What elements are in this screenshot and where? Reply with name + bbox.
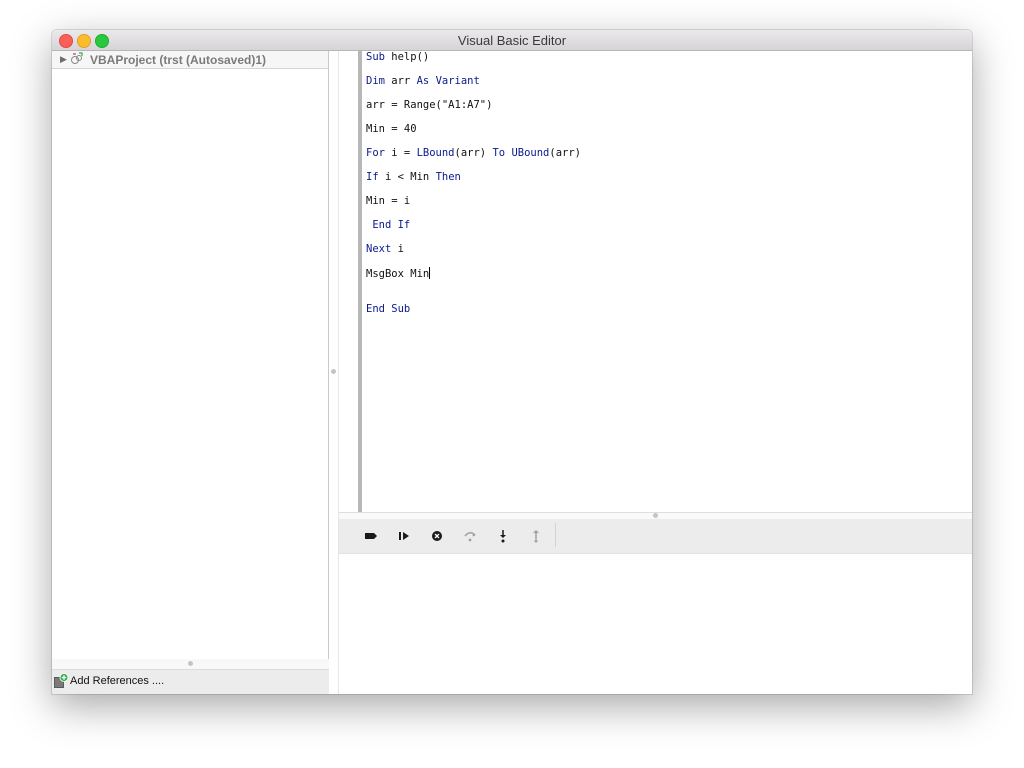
project-tree: ▶ VBAProject (trst (Autosaved)1) (52, 51, 329, 660)
text-cursor (429, 267, 431, 279)
tree-item-vbaproject[interactable]: ▶ VBAProject (trst (Autosaved)1) (52, 51, 328, 69)
code-line[interactable]: For i = LBound(arr) To UBound(arr) (366, 147, 581, 159)
code-line[interactable]: MsgBox Min (366, 267, 431, 280)
project-explorer-pane: ▶ VBAProject (trst (Autosaved)1) Add Ref (52, 51, 329, 694)
code-line[interactable]: Min = i (366, 195, 410, 207)
immediate-window[interactable] (339, 554, 972, 694)
continue-icon (399, 532, 409, 540)
step-over-button[interactable] (461, 528, 479, 544)
code-line[interactable]: If i < Min Then (366, 171, 461, 183)
title-bar: Visual Basic Editor (52, 30, 972, 51)
toolbar-separator (555, 523, 556, 547)
window-title: Visual Basic Editor (457, 33, 567, 48)
code-line[interactable]: arr = Range("A1:A7") (366, 99, 492, 111)
toggle-breakpoint-button[interactable] (362, 528, 380, 544)
step-out-icon (533, 530, 539, 543)
stop-button[interactable] (428, 528, 446, 544)
code-line[interactable]: Dim arr As Variant (366, 75, 480, 87)
add-references-label[interactable]: Add References .... (70, 675, 164, 687)
code-line[interactable]: End Sub (366, 303, 410, 315)
step-into-button[interactable] (494, 528, 512, 544)
code-editor[interactable]: Sub help() Dim arr As Variant arr = Rang… (339, 51, 972, 512)
add-references-bar[interactable]: Add References .... (52, 670, 329, 694)
code-line[interactable]: Sub help() (366, 51, 429, 63)
stop-icon (432, 531, 442, 541)
tree-item-label: VBAProject (trst (Autosaved)1) (90, 53, 267, 67)
step-out-button[interactable] (527, 528, 545, 544)
continue-button[interactable] (395, 528, 413, 544)
code-gutter[interactable] (358, 51, 362, 512)
vba-project-icon (71, 52, 83, 64)
code-line[interactable]: Min = 40 (366, 123, 417, 135)
splitter-grip-icon (188, 661, 193, 666)
disclosure-triangle-icon[interactable]: ▶ (60, 54, 67, 65)
breakpoint-icon (365, 533, 377, 539)
add-reference-icon (54, 673, 69, 688)
left-pane-splitter[interactable] (52, 659, 329, 670)
debug-toolbar (339, 519, 972, 554)
splitter-grip-icon (653, 513, 658, 518)
code-pane: Sub help() Dim arr As Variant arr = Rang… (339, 51, 972, 694)
splitter-grip-icon (331, 369, 336, 374)
step-over-icon (464, 532, 476, 542)
vertical-splitter[interactable] (329, 51, 339, 694)
code-line[interactable]: Next i (366, 243, 404, 255)
code-line[interactable]: End If (366, 219, 410, 231)
step-into-icon (500, 530, 506, 543)
vbe-window: Visual Basic Editor ▶ VBAProject (trst (… (52, 30, 972, 694)
